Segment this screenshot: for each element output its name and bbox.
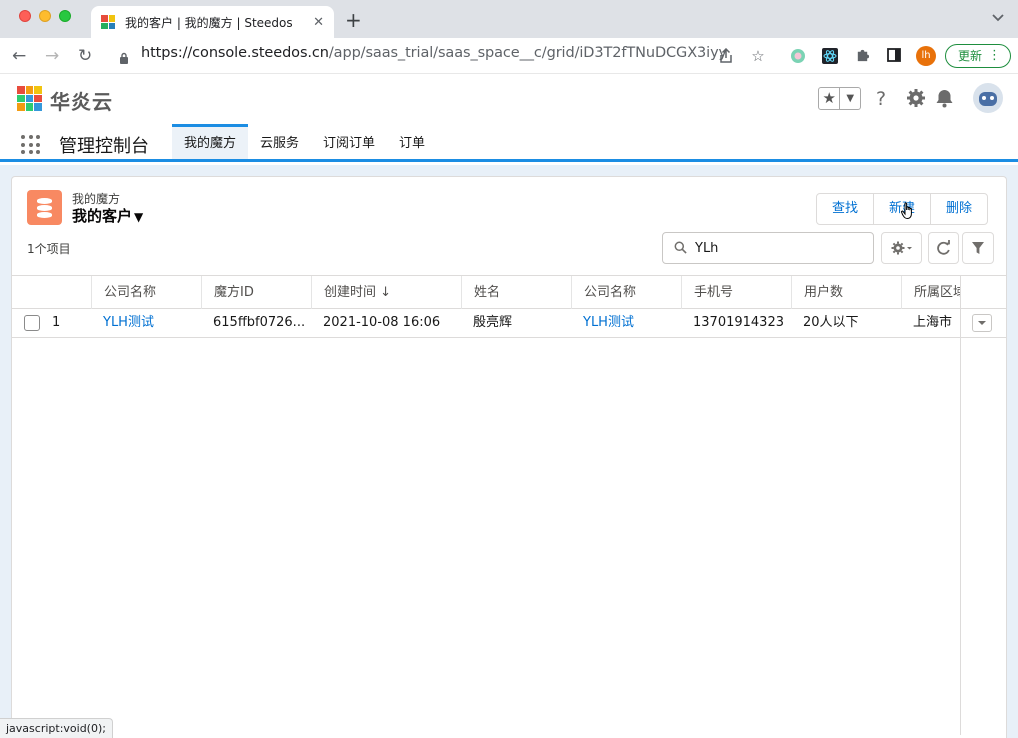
maximize-window-button[interactable] [59,10,71,22]
tab-search-chevron-icon[interactable] [992,11,1004,25]
caret-down-icon: ▼ [134,210,144,224]
search-input[interactable] [695,239,865,257]
extension-color-icon[interactable] [790,48,806,64]
database-icon [27,190,62,225]
app-name: 管理控制台 [59,136,149,157]
column-header-company-name[interactable]: 公司名称 [91,276,201,309]
address-bar[interactable]: https://console.steedos.cn/app/saas_tria… [141,45,727,61]
column-header-phone[interactable]: 手机号 [681,276,791,309]
star-icon: ★ [819,88,841,109]
tab-cloud-services[interactable]: 云服务 [248,124,311,159]
update-button[interactable]: 更新 ⋮ [945,44,1011,68]
tab-my-cube[interactable]: 我的魔方 [172,124,249,159]
steedos-favicon-icon [101,15,115,29]
tab-close-icon[interactable]: ✕ [313,15,324,30]
help-icon[interactable]: ? [876,88,886,110]
list-view-switcher[interactable]: 我的客户 ▼ [72,205,143,226]
cell-cube-id: 615ffbf0726... [213,315,306,330]
more-vertical-icon: ⋮ [988,48,1001,63]
react-devtools-icon[interactable] [822,48,838,64]
logo-text: 华炎云 [50,90,113,114]
favorites-button[interactable]: ★ ▼ [818,87,861,110]
list-view-card: 我的魔方 我的客户 ▼ 1个项目 查找 新建 删除 YLh 公司名称 魔方ID … [11,176,1007,738]
new-tab-plus-icon[interactable]: + [345,8,362,32]
frozen-column-divider [960,275,961,735]
table-row: 1 YLH测试 615ffbf0726... 2021-10-08 16:06 … [12,309,1006,338]
search-box [662,232,874,264]
list-settings-button[interactable] [881,232,922,264]
cell-name: 殷亮辉 [473,315,513,330]
tab-orders[interactable]: 订单 [387,124,437,159]
huayan-logo-icon [17,86,42,111]
column-header-region[interactable]: 所属区域 [901,276,960,309]
row-number: 1 [52,315,61,330]
browser-tab-bar: 我的客户 | 我的魔方 | Steedos ✕ + [0,0,1018,38]
column-header-company-name-2[interactable]: 公司名称 [571,276,681,309]
share-icon[interactable] [718,47,734,64]
update-label: 更新 [958,49,983,63]
notification-bell-icon[interactable] [935,88,954,113]
setup-gear-icon[interactable] [906,88,926,113]
browser-tab-active[interactable]: 我的客户 | 我的魔方 | Steedos ✕ [91,6,334,38]
caret-down-icon [978,321,986,325]
refresh-button[interactable] [928,232,959,264]
filter-funnel-icon [972,242,984,254]
cell-phone: 13701914323 [693,315,784,330]
caret-down-icon: ▼ [846,93,855,104]
user-avatar[interactable] [973,83,1003,113]
browser-toolbar: ← → ↻ https://console.steedos.cn/app/saa… [0,38,1018,74]
delete-button[interactable]: 删除 [930,194,988,224]
url-path: /app/saas_trial/saas_space__c/grid/iD3T2… [328,45,728,61]
lock-icon [120,52,128,64]
cell-created-time: 2021-10-08 16:06 [323,315,441,330]
close-window-button[interactable] [19,10,31,22]
robot-face-icon [979,92,997,106]
forward-arrow-icon[interactable]: → [45,46,59,66]
cell-user-count: 20人以下 [803,315,859,330]
find-button[interactable]: 查找 [817,194,874,224]
side-panel-icon[interactable] [886,48,902,64]
column-header-user-count[interactable]: 用户数 [791,276,901,309]
column-header-created-time[interactable]: 创建时间 ↓ [311,276,461,309]
url-host: https://console.steedos.cn [141,45,329,61]
reload-icon[interactable]: ↻ [78,46,92,66]
profile-avatar[interactable]: lh [916,46,936,66]
app-header: 华炎云 ★ ▼ ? 管理控制台 我的魔方 云服务 订阅订单 订单 [0,74,1018,162]
bookmark-star-icon[interactable]: ☆ [750,48,766,64]
column-header-name[interactable]: 姓名 [461,276,571,309]
extensions-puzzle-icon[interactable] [854,48,870,64]
search-icon [674,241,687,254]
navigation-tabs: 我的魔方 云服务 订阅订单 订单 [172,124,437,159]
back-arrow-icon[interactable]: ← [12,46,26,66]
object-title: 我的客户 [72,207,133,225]
hand-cursor-icon [901,202,912,220]
row-checkbox[interactable] [24,315,40,331]
minimize-window-button[interactable] [39,10,51,22]
filter-button[interactable] [962,232,994,264]
cell-company-name-link-2[interactable]: YLH测试 [571,309,681,337]
refresh-icon [937,240,950,255]
cell-region: 上海市 [913,315,953,330]
app-launcher-waffle-icon[interactable] [21,135,41,155]
cell-company-name-link[interactable]: YLH测试 [91,309,201,337]
browser-status-bar: javascript:void(0); [0,718,113,738]
tab-subscription-orders[interactable]: 订阅订单 [311,124,387,159]
column-header-cube-id[interactable]: 魔方ID [201,276,311,309]
item-count: 1个项目 [27,242,71,256]
table-header: 公司名称 魔方ID 创建时间 ↓ 姓名 公司名称 手机号 用户数 所属区域 [12,275,1006,309]
tab-title: 我的客户 | 我的魔方 | Steedos [125,15,293,30]
row-actions-button[interactable] [972,314,992,332]
gear-dropdown-icon [891,241,912,255]
